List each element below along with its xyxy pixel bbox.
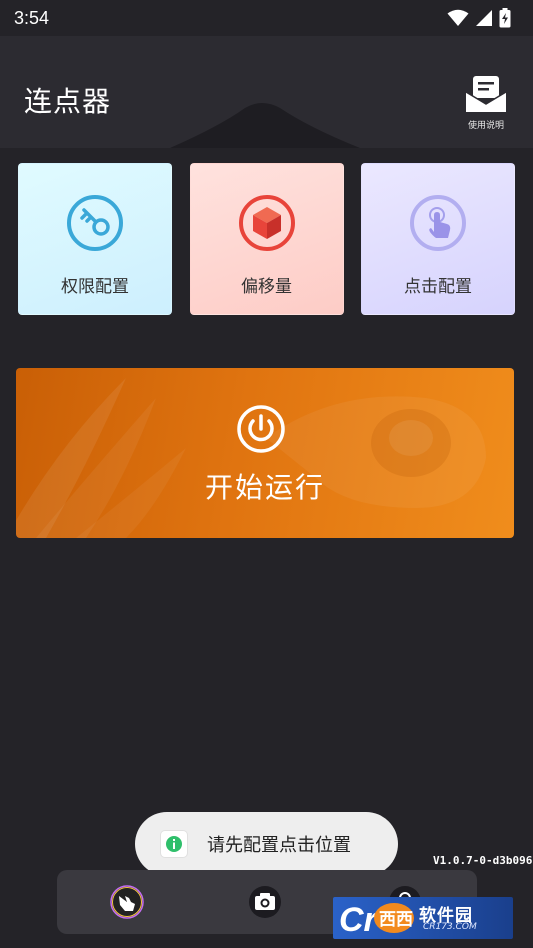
svg-text:西西: 西西 [379,910,413,930]
card-label: 权限配置 [61,277,129,297]
version-label: V1.0.7-0-d3b096 [433,854,533,867]
toast: 请先配置点击位置 [135,812,398,876]
permission-config-card[interactable]: 权限配置 [18,163,172,315]
hand-pointer-button[interactable] [109,884,145,920]
click-config-card[interactable]: 点击配置 [361,163,515,315]
app-title: 连点器 [24,85,112,118]
help-button[interactable]: 使用说明 [458,74,514,134]
offset-card[interactable]: 偏移量 [189,163,344,315]
manual-icon [465,76,507,112]
app-icon [161,831,187,857]
card-label: 偏移量 [241,277,292,297]
status-icons [447,8,511,28]
cube-icon [238,195,295,251]
key-icon [67,195,123,251]
toast-message: 请先配置点击位置 [207,835,351,856]
start-run-button[interactable]: 开始运行 [16,368,514,538]
status-time: 3:54 [14,7,50,28]
camera-icon [249,886,281,918]
watermark-domain: CR173.COM [423,922,477,932]
status-bar: 3:54 [0,0,533,36]
help-label: 使用说明 [467,121,504,131]
cellular-signal-icon [476,10,492,26]
start-run-label: 开始运行 [204,471,325,504]
power-icon [237,405,285,453]
watermark-logo: Cr 西西 软件园 CR173.COM [333,897,513,939]
card-label: 点击配置 [404,277,472,297]
hand-pointer-icon [110,885,144,919]
wifi-icon [447,9,469,26]
svg-text:Cr: Cr [339,901,379,939]
battery-charging-icon [499,8,511,28]
camera-button[interactable] [247,884,283,920]
feature-cards: 权限配置 偏移量 点击配置 [18,163,515,315]
app-bar: 连点器 使用说明 [0,36,533,148]
tap-icon [410,195,466,251]
